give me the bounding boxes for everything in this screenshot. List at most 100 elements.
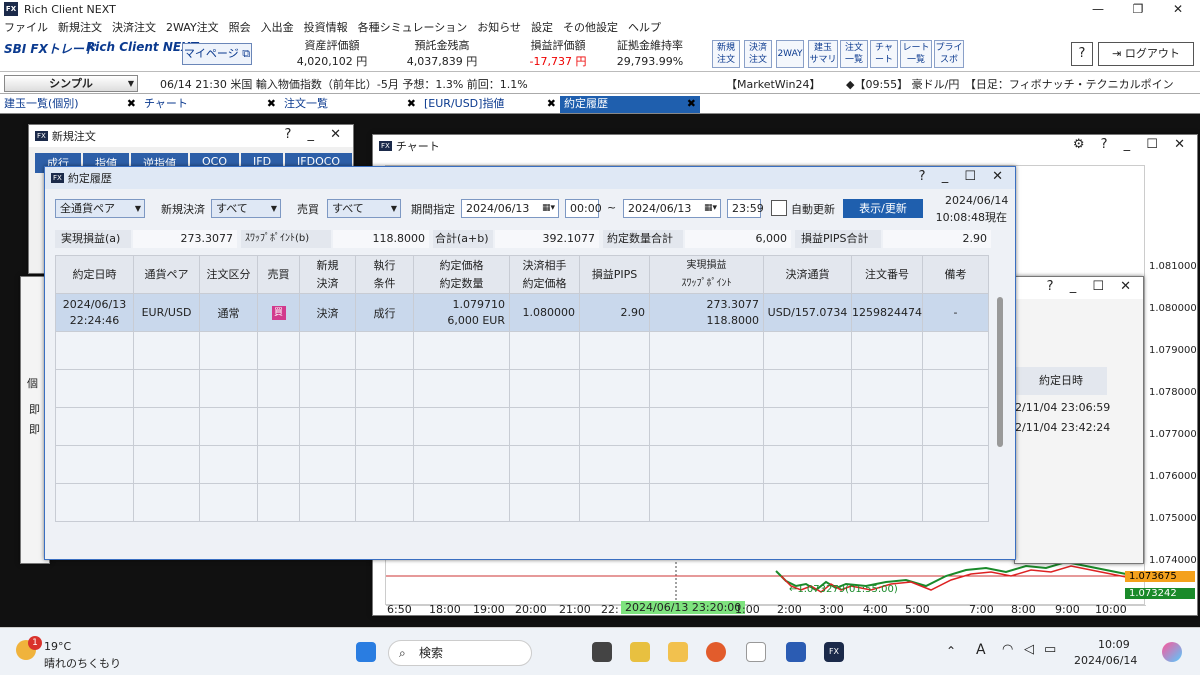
document-icon[interactable]: [746, 642, 766, 662]
column-header[interactable]: 約定価格 約定数量: [413, 255, 510, 294]
time-axis-label: 6:50: [387, 603, 412, 616]
tab-order-list[interactable]: 注文一覧 ✖: [280, 96, 420, 113]
close-icon[interactable]: ✖: [687, 96, 696, 112]
chevron-up-icon[interactable]: ⌃: [946, 644, 956, 658]
auto-update-checkbox[interactable]: [771, 200, 787, 216]
column-header[interactable]: 新規 決済: [299, 255, 356, 294]
pips-total-value: 2.90: [883, 230, 991, 248]
word-icon[interactable]: [786, 642, 806, 662]
file-explorer-icon[interactable]: [668, 642, 688, 662]
column-header[interactable]: 約定日時: [55, 255, 134, 294]
tab-positions[interactable]: 建玉一覧(個別) ✖: [0, 96, 140, 113]
menu-item[interactable]: 各種シミュレーション: [358, 19, 468, 35]
wifi-icon[interactable]: ◠: [1002, 642, 1013, 657]
close-button[interactable]: ✕: [1158, 0, 1198, 18]
refresh-button[interactable]: 表示/更新: [843, 199, 923, 218]
firefox-icon[interactable]: [706, 642, 726, 662]
price-axis-label: 1.076000: [1149, 471, 1197, 482]
time-axis-label: 21:00: [559, 603, 591, 616]
column-header[interactable]: 備考: [922, 255, 989, 294]
window-controls[interactable]: ? _ ☐ ✕: [919, 169, 1009, 184]
fx-app-icon[interactable]: FX: [824, 642, 844, 662]
weather-desc[interactable]: 晴れのちくもり: [44, 655, 121, 671]
task-view-icon[interactable]: [592, 642, 612, 662]
maximize-button[interactable]: ❐: [1118, 0, 1158, 18]
menu-item[interactable]: 照会: [229, 19, 251, 35]
window-controls[interactable]: ? _ ☐ ✕: [1047, 279, 1137, 294]
close-icon[interactable]: ✖: [407, 96, 416, 112]
toolbar-settle-order[interactable]: 決済 注文: [744, 40, 772, 68]
copilot-icon[interactable]: [1162, 642, 1182, 662]
price-axis-label: 1.079000: [1149, 345, 1197, 356]
column-header[interactable]: 実現損益 ｽﾜｯﾌﾟﾎﾟｲﾝﾄ: [649, 255, 764, 294]
close-icon[interactable]: ✖: [127, 96, 136, 112]
toolbar-price-board[interactable]: プライ スボ: [934, 40, 964, 68]
column-header[interactable]: 決済通貨: [763, 255, 852, 294]
app-icon[interactable]: [630, 642, 650, 662]
window-controls[interactable]: ? _ ✕: [284, 127, 347, 142]
column-header[interactable]: 注文区分: [199, 255, 258, 294]
toolbar-rate-list[interactable]: レート 一覧: [900, 40, 932, 68]
price-axis-label: 1.078000: [1149, 387, 1197, 398]
vertical-scrollbar[interactable]: [997, 297, 1003, 447]
from-time-input[interactable]: 00:00: [565, 199, 602, 218]
toolbar-2way[interactable]: 2WAY: [776, 40, 804, 68]
menu-item[interactable]: 入出金: [261, 19, 294, 35]
view-mode-select[interactable]: シンプル ▼: [4, 75, 138, 92]
currency-pair-select[interactable]: 全通貨ペア ▼: [55, 199, 145, 218]
menu-item[interactable]: お知らせ: [477, 19, 521, 35]
side-select[interactable]: すべて ▼: [327, 199, 401, 218]
market-headline[interactable]: ◆【09:55】 豪ドル/円 【日足：フィボナッチ・テクニカルポイン: [846, 76, 1200, 92]
weather-temp[interactable]: 19°C: [44, 640, 71, 653]
menu-item[interactable]: ファイル: [4, 19, 48, 35]
to-time-input[interactable]: 23:59: [727, 199, 764, 218]
logout-button[interactable]: ⇥ ログアウト: [1098, 42, 1194, 66]
cell-pips: 2.90: [579, 293, 650, 332]
tab-chart[interactable]: チャート ✖: [140, 96, 280, 113]
close-icon[interactable]: ✖: [547, 96, 556, 112]
search-box[interactable]: ⌕ 検索: [388, 640, 532, 666]
column-header[interactable]: 損益PIPS: [579, 255, 650, 294]
table-row[interactable]: 2024/06/13 22:24:46 EUR/USD 通常 買 決済 成行 1…: [55, 293, 989, 332]
cell-side: 買: [257, 293, 300, 332]
menu-item[interactable]: その他設定: [563, 19, 618, 35]
column-header[interactable]: 注文番号: [851, 255, 923, 294]
volume-icon[interactable]: ◁: [1024, 642, 1034, 657]
column-header[interactable]: 通貨ペア: [133, 255, 200, 294]
app-title: Rich Client NEXT: [24, 2, 116, 16]
clock-date[interactable]: 2024/06/14: [1074, 654, 1137, 667]
menu-item[interactable]: ヘルプ: [628, 19, 661, 35]
toolbar-order-list[interactable]: 注文 一覧: [840, 40, 868, 68]
from-date-input[interactable]: 2024/06/13 ▦▾: [461, 199, 559, 218]
calendar-icon[interactable]: ▦▾: [704, 200, 717, 217]
menu-item[interactable]: 2WAY注文: [166, 19, 219, 35]
window-controls[interactable]: ⚙ ? _ ☐ ✕: [1073, 137, 1191, 152]
ime-indicator[interactable]: A: [976, 642, 986, 658]
column-header[interactable]: 決済相手 約定価格: [509, 255, 580, 294]
column-header[interactable]: 執行 条件: [355, 255, 414, 294]
toolbar-position-summary[interactable]: 建玉 サマリ: [808, 40, 838, 68]
toolbar-chart[interactable]: チャ ート: [870, 40, 898, 68]
tab-limit-order[interactable]: [EUR/USD]指値 ✖: [420, 96, 560, 113]
tab-execution-history[interactable]: 約定履歴 ✖: [560, 96, 700, 113]
windows-start-icon[interactable]: [356, 642, 376, 662]
mypage-button[interactable]: マイページ ⧉: [182, 43, 252, 65]
battery-icon[interactable]: ▭: [1044, 642, 1056, 657]
market-label[interactable]: 【MarketWin24】: [726, 76, 820, 92]
to-date-input[interactable]: 2024/06/13 ▦▾: [623, 199, 721, 218]
close-icon[interactable]: ✖: [267, 96, 276, 112]
menu-item[interactable]: 新規注文: [58, 19, 102, 35]
menu-item[interactable]: 決済注文: [112, 19, 156, 35]
minimize-button[interactable]: —: [1078, 0, 1118, 18]
cursor-time-label: 2024/06/13 23:20:00: [621, 601, 746, 614]
column-header[interactable]: 売買: [257, 255, 300, 294]
app-logo: FX: [4, 2, 18, 16]
calendar-icon[interactable]: ▦▾: [542, 200, 555, 217]
help-button[interactable]: ?: [1071, 42, 1093, 66]
clock-time[interactable]: 10:09: [1098, 638, 1130, 651]
menu-item[interactable]: 投資情報: [304, 19, 348, 35]
news-headline[interactable]: 06/14 21:30 米国 輸入物価指数（前年比）-5月 予想：1.3% 前回…: [160, 76, 528, 92]
toolbar-new-order[interactable]: 新規 注文: [712, 40, 740, 68]
new-settle-select[interactable]: すべて ▼: [211, 199, 281, 218]
menu-item[interactable]: 設定: [531, 19, 553, 35]
